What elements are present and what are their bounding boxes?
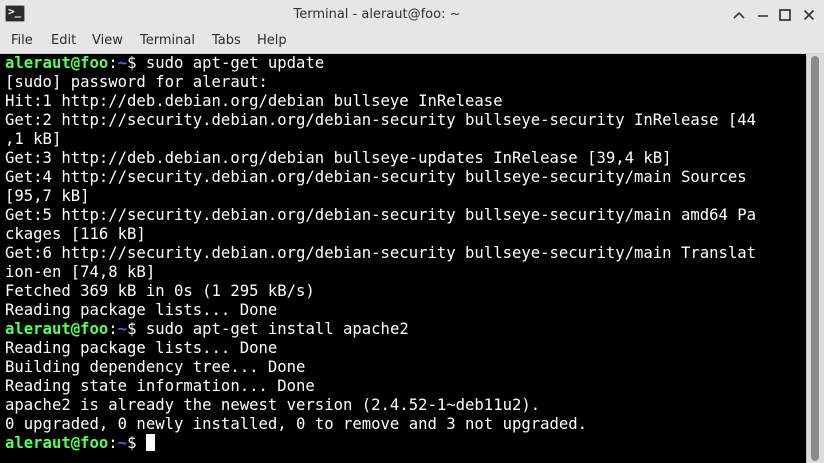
prompt-symbol: $ [127,54,146,72]
output-line: Get:5 http://security.debian.org/debian-… [5,206,757,224]
output-line: Reading state information... Done [5,377,315,395]
output-line: [95,7 kB] [5,187,90,205]
collapse-icon[interactable] [729,5,749,25]
scrollbar-thumb[interactable] [811,56,819,461]
text-cursor [145,434,155,451]
prompt-separator: : [108,320,118,338]
output-line: Get:6 http://security.debian.org/debian-… [5,244,757,262]
output-line: Fetched 369 kB in 0s (1 295 kB/s) [5,282,315,300]
prompt-user: aleraut@foo [5,320,109,338]
output-line: Hit:1 http://deb.debian.org/debian bulls… [5,92,503,110]
vertical-scrollbar[interactable] [806,54,824,463]
prompt-symbol: $ [127,434,146,452]
output-line: ion-en [74,8 kB] [5,263,156,281]
prompt-path: ~ [117,54,128,72]
output-line: Reading package lists... Done [5,301,278,319]
prompt-user: aleraut@foo [5,54,109,72]
command-text: sudo apt-get install apache2 [145,320,409,338]
output-line: ,1 kB] [5,130,62,148]
menu-tabs[interactable]: Tabs [212,30,241,53]
prompt-separator: : [108,434,118,452]
output-line: ckages [116 kB] [5,225,146,243]
prompt-line: aleraut@foo:~$ [5,434,756,453]
menu-help[interactable]: Help [257,30,287,53]
output-line: Get:2 http://security.debian.org/debian-… [5,111,757,129]
close-icon[interactable] [799,5,819,25]
menu-file[interactable]: File [11,30,33,53]
menu-view[interactable]: View [92,30,123,53]
output-line: Get:4 http://security.debian.org/debian-… [5,168,747,186]
menu-bar: File Edit View Terminal Tabs Help [0,30,824,54]
output-line: 0 upgraded, 0 newly installed, 0 to remo… [5,415,588,433]
minimize-icon[interactable] [753,5,773,25]
output-line: [sudo] password for aleraut: [5,73,268,91]
output-line: Get:3 http://deb.debian.org/debian bulls… [5,149,672,167]
output-line: apache2 is already the newest version (2… [5,396,541,414]
title-bar[interactable]: >_ Terminal - aleraut@foo: ~ [0,0,824,30]
prompt-line: aleraut@foo:~$ sudo apt-get update [5,54,756,73]
terminal-window: >_ Terminal - aleraut@foo: ~ File Edit V… [0,0,824,463]
prompt-path: ~ [117,320,128,338]
output-line: Reading package lists... Done [5,339,278,357]
menu-edit[interactable]: Edit [51,30,76,53]
prompt-symbol: $ [127,320,146,338]
command-text: sudo apt-get update [145,54,325,72]
prompt-path: ~ [117,434,128,452]
output-line: Building dependency tree... Done [5,358,306,376]
window-title: Terminal - aleraut@foo: ~ [293,7,461,22]
prompt-user: aleraut@foo [5,434,109,452]
terminal-lines: aleraut@foo:~$ sudo apt-get update [sudo]… [5,54,756,453]
menu-terminal[interactable]: Terminal [140,30,195,53]
terminal-output-area[interactable]: aleraut@foo:~$ sudo apt-get update [sudo]… [0,54,806,463]
prompt-separator: : [108,54,118,72]
maximize-icon[interactable] [775,5,795,25]
prompt-line: aleraut@foo:~$ sudo apt-get install apac… [5,320,756,339]
